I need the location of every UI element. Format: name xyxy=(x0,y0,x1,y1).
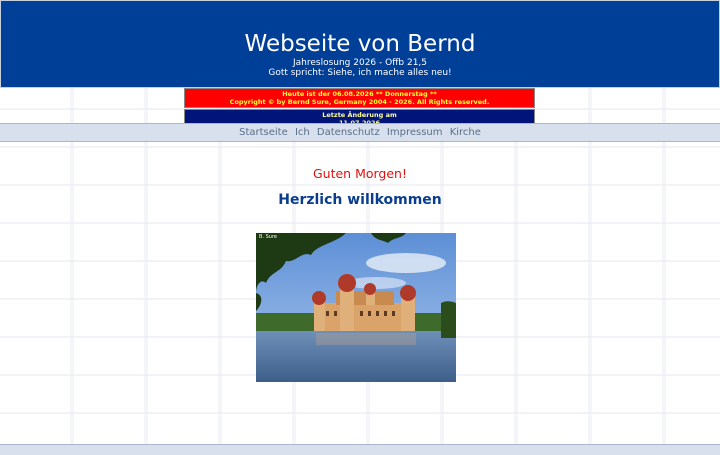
nav-kirche[interactable]: Kirche xyxy=(450,127,481,138)
jahreslosung-quote: Gott spricht: Siehe, ich mache alles neu… xyxy=(268,68,452,78)
copyright-line: Copyright © by Bernd Sure, Germany 2004 … xyxy=(229,98,490,106)
last-changed-label: Letzte Änderung am xyxy=(322,111,397,119)
nav-datenschutz[interactable]: Datenschutz xyxy=(317,127,380,138)
main-nav: Startseite Ich Datenschutz Impressum Kir… xyxy=(0,123,720,142)
welcome-heading: Herzlich willkommen xyxy=(278,192,442,208)
photo-credit: B. Sure xyxy=(259,234,277,240)
nav-ich[interactable]: Ich xyxy=(295,127,310,138)
castle-photo-image xyxy=(256,233,456,382)
site-header: Webseite von Bernd Jahreslosung 2026 - O… xyxy=(0,0,720,88)
castle-photo: B. Sure xyxy=(256,233,456,382)
info-box: Heute ist der 06.08.2026 ** Donnerstag *… xyxy=(184,88,535,128)
greeting-text: Guten Morgen! xyxy=(312,166,407,181)
date-line: Heute ist der 06.08.2026 ** Donnerstag *… xyxy=(282,90,437,98)
nav-impressum[interactable]: Impressum xyxy=(387,127,443,138)
nav-startseite[interactable]: Startseite xyxy=(239,127,288,138)
site-title: Webseite von Bernd xyxy=(244,31,476,57)
date-copyright-box: Heute ist der 06.08.2026 ** Donnerstag *… xyxy=(184,88,535,108)
